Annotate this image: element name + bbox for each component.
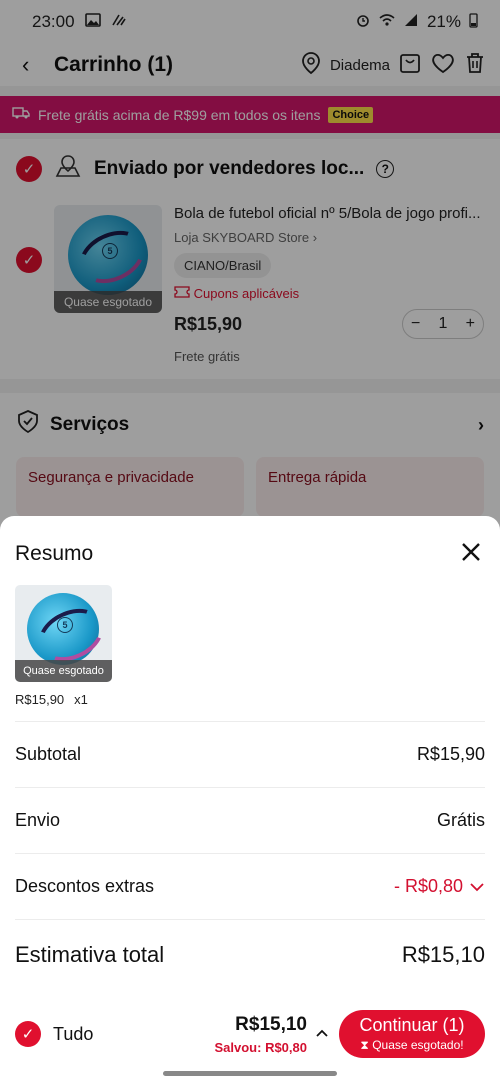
select-all-label[interactable]: Tudo [53, 1024, 93, 1045]
shipping-value: Grátis [436, 810, 485, 830]
chevron-up-icon[interactable] [315, 1025, 329, 1043]
subtotal-label: Subtotal [15, 744, 82, 764]
summary-product-image: 5 Quase esgotado [15, 585, 112, 682]
close-icon[interactable] [460, 540, 482, 568]
continue-sub: ⧗ Quase esgotado! [360, 1038, 464, 1052]
hourglass-icon: ⧗ [360, 1038, 369, 1052]
summary-qty: x1 [74, 692, 88, 707]
summary-low-stock-badge: Quase esgotado [15, 660, 112, 682]
total-label: Estimativa total [15, 941, 165, 967]
chevron-down-icon[interactable] [469, 876, 485, 897]
footer-total: R$15,10 [235, 1013, 307, 1035]
discount-label: Descontos extras [15, 876, 155, 896]
continue-label: Continuar (1) [359, 1015, 465, 1035]
discount-value: - R$0,80 [393, 876, 463, 896]
select-all-checkbox[interactable]: ✓ [15, 1021, 41, 1047]
shipping-label: Envio [15, 810, 61, 830]
subtotal-value: R$15,90 [416, 744, 485, 764]
total-row: Estimativa total R$15,10 [15, 919, 485, 989]
subtotal-row: Subtotal R$15,90 [15, 721, 485, 787]
continue-button[interactable]: Continuar (1) ⧗ Quase esgotado! [339, 1010, 485, 1058]
home-indicator[interactable] [163, 1071, 337, 1076]
summary-title: Resumo [15, 542, 94, 565]
discount-row[interactable]: Descontos extras - R$0,80 [15, 853, 485, 919]
summary-unit-price: R$15,90 [15, 692, 65, 707]
shipping-row: Envio Grátis [15, 787, 485, 853]
total-value: R$15,10 [401, 941, 485, 967]
footer-saved: Salvou: R$0,80 [214, 1039, 308, 1055]
